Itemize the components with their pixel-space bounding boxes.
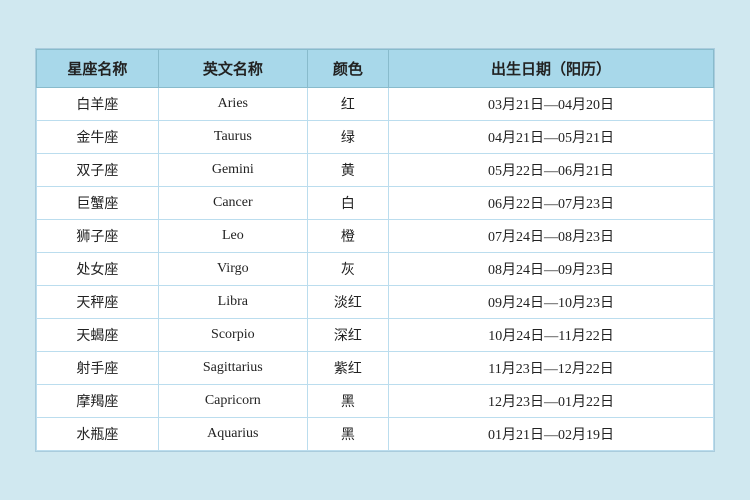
cell-date: 03月21日—04月20日 bbox=[389, 88, 714, 121]
table-row: 摩羯座Capricorn黑12月23日—01月22日 bbox=[37, 385, 714, 418]
table-row: 射手座Sagittarius紫红11月23日—12月22日 bbox=[37, 352, 714, 385]
cell-english: Aquarius bbox=[158, 418, 307, 451]
cell-english: Scorpio bbox=[158, 319, 307, 352]
cell-english: Capricorn bbox=[158, 385, 307, 418]
table-row: 天蝎座Scorpio深红10月24日—11月22日 bbox=[37, 319, 714, 352]
cell-chinese: 狮子座 bbox=[37, 220, 159, 253]
table-row: 天秤座Libra淡红09月24日—10月23日 bbox=[37, 286, 714, 319]
cell-chinese: 摩羯座 bbox=[37, 385, 159, 418]
table-row: 白羊座Aries红03月21日—04月20日 bbox=[37, 88, 714, 121]
cell-chinese: 处女座 bbox=[37, 253, 159, 286]
cell-color: 黑 bbox=[307, 385, 388, 418]
cell-english: Taurus bbox=[158, 121, 307, 154]
cell-color: 黑 bbox=[307, 418, 388, 451]
cell-english: Sagittarius bbox=[158, 352, 307, 385]
cell-date: 04月21日—05月21日 bbox=[389, 121, 714, 154]
table-row: 水瓶座Aquarius黑01月21日—02月19日 bbox=[37, 418, 714, 451]
cell-date: 12月23日—01月22日 bbox=[389, 385, 714, 418]
cell-english: Cancer bbox=[158, 187, 307, 220]
cell-color: 红 bbox=[307, 88, 388, 121]
cell-chinese: 白羊座 bbox=[37, 88, 159, 121]
cell-english: Leo bbox=[158, 220, 307, 253]
cell-color: 橙 bbox=[307, 220, 388, 253]
cell-english: Libra bbox=[158, 286, 307, 319]
cell-date: 05月22日—06月21日 bbox=[389, 154, 714, 187]
cell-date: 09月24日—10月23日 bbox=[389, 286, 714, 319]
cell-chinese: 金牛座 bbox=[37, 121, 159, 154]
header-english: 英文名称 bbox=[158, 50, 307, 88]
cell-color: 白 bbox=[307, 187, 388, 220]
cell-chinese: 水瓶座 bbox=[37, 418, 159, 451]
table-header-row: 星座名称 英文名称 颜色 出生日期（阳历） bbox=[37, 50, 714, 88]
header-date: 出生日期（阳历） bbox=[389, 50, 714, 88]
zodiac-table: 星座名称 英文名称 颜色 出生日期（阳历） 白羊座Aries红03月21日—04… bbox=[36, 49, 714, 451]
cell-chinese: 巨蟹座 bbox=[37, 187, 159, 220]
cell-chinese: 射手座 bbox=[37, 352, 159, 385]
cell-chinese: 天秤座 bbox=[37, 286, 159, 319]
cell-color: 深红 bbox=[307, 319, 388, 352]
cell-date: 06月22日—07月23日 bbox=[389, 187, 714, 220]
cell-color: 淡红 bbox=[307, 286, 388, 319]
cell-date: 07月24日—08月23日 bbox=[389, 220, 714, 253]
cell-english: Aries bbox=[158, 88, 307, 121]
cell-english: Virgo bbox=[158, 253, 307, 286]
header-chinese: 星座名称 bbox=[37, 50, 159, 88]
header-color: 颜色 bbox=[307, 50, 388, 88]
table-body: 白羊座Aries红03月21日—04月20日金牛座Taurus绿04月21日—0… bbox=[37, 88, 714, 451]
cell-english: Gemini bbox=[158, 154, 307, 187]
cell-date: 01月21日—02月19日 bbox=[389, 418, 714, 451]
table-row: 狮子座Leo橙07月24日—08月23日 bbox=[37, 220, 714, 253]
cell-date: 11月23日—12月22日 bbox=[389, 352, 714, 385]
table-row: 处女座Virgo灰08月24日—09月23日 bbox=[37, 253, 714, 286]
table-row: 双子座Gemini黄05月22日—06月21日 bbox=[37, 154, 714, 187]
cell-chinese: 天蝎座 bbox=[37, 319, 159, 352]
cell-color: 绿 bbox=[307, 121, 388, 154]
cell-date: 08月24日—09月23日 bbox=[389, 253, 714, 286]
cell-color: 紫红 bbox=[307, 352, 388, 385]
table-row: 巨蟹座Cancer白06月22日—07月23日 bbox=[37, 187, 714, 220]
cell-color: 灰 bbox=[307, 253, 388, 286]
table-row: 金牛座Taurus绿04月21日—05月21日 bbox=[37, 121, 714, 154]
cell-color: 黄 bbox=[307, 154, 388, 187]
cell-chinese: 双子座 bbox=[37, 154, 159, 187]
zodiac-table-container: 星座名称 英文名称 颜色 出生日期（阳历） 白羊座Aries红03月21日—04… bbox=[35, 48, 715, 452]
cell-date: 10月24日—11月22日 bbox=[389, 319, 714, 352]
